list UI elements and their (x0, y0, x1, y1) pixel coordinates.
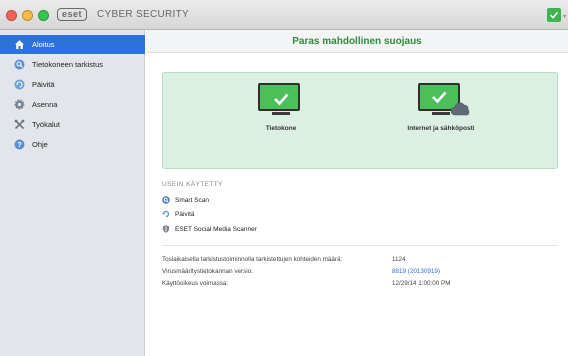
sidebar-item-aloitus[interactable]: Aloitus (0, 35, 145, 54)
computer-protection[interactable]: Tietokone (251, 83, 311, 132)
quick-item-label: Smart Scan (175, 196, 209, 204)
quick-item-label: ESET Social Media Scanner (175, 225, 257, 233)
sidebar-item-paivita[interactable]: Päivitä (0, 75, 145, 94)
frequently-used-title: USEIN KÄYTETTY (162, 181, 223, 188)
scan-icon (162, 196, 170, 204)
protection-status-check-icon[interactable] (547, 8, 561, 22)
sidebar-item-ohje[interactable]: ? Ohje (0, 135, 145, 154)
sidebar-item-label: Päivitä (32, 80, 55, 89)
sidebar-item-tyokalut[interactable]: Työkalut (0, 115, 145, 134)
smart-scan-link[interactable]: Smart Scan (162, 195, 209, 205)
section-divider (162, 245, 558, 246)
protection-label: Internet ja sähköposti (407, 125, 475, 132)
monitor-cloud-icon (418, 83, 470, 116)
update-icon (14, 79, 25, 90)
info-label: Virusmääritystietokannan versio: (162, 268, 253, 275)
app-window: eset CYBER SECURITY ▾ Aloitus Tietokonee… (0, 0, 568, 356)
internet-email-protection[interactable]: Internet ja sähköposti (391, 83, 491, 132)
status-title: Paras mahdollinen suojaus (146, 30, 568, 53)
sidebar-item-label: Aloitus (32, 40, 55, 49)
sidebar-item-label: Työkalut (32, 120, 60, 129)
sidebar-item-label: Asenna (32, 100, 58, 109)
sidebar-item-label: Ohje (32, 140, 48, 149)
database-version-link[interactable]: 8819 (20130919) (392, 268, 440, 275)
close-window-button[interactable] (6, 10, 17, 21)
zoom-window-button[interactable] (38, 10, 49, 21)
info-value: 12/29/14 1:00:00 PM (392, 280, 451, 287)
monitor-check-icon (258, 83, 304, 115)
cloud-icon (451, 102, 470, 116)
info-value: 1124 (392, 256, 406, 263)
minimize-window-button[interactable] (22, 10, 33, 21)
title-bar: eset CYBER SECURITY ▾ (0, 0, 568, 30)
info-label: Tosiaikaisella tarkistustoiminnolla tark… (162, 256, 343, 263)
sidebar-item-label: Tietokoneen tarkistus (32, 60, 104, 69)
sidebar-item-asenna[interactable]: Asenna (0, 95, 145, 114)
eset-logo: eset (57, 8, 88, 21)
status-dropdown-caret-icon[interactable]: ▾ (563, 13, 566, 20)
protection-status-panel: Tietokone Internet ja sähköposti (162, 72, 558, 169)
main-panel: Paras mahdollinen suojaus Tietokone Inte… (146, 30, 568, 356)
scanned-objects-row: Tosiaikaisella tarkistustoiminnolla tark… (162, 256, 558, 266)
database-version-row: Virusmääritystietokannan versio: 8819 (2… (162, 268, 558, 278)
help-icon: ? (14, 139, 25, 150)
svg-text:?: ? (17, 140, 22, 149)
shield-icon (162, 225, 170, 233)
magnifier-icon (14, 59, 25, 70)
license-valid-row: Käyttöoikeus voimassa: 12/29/14 1:00:00 … (162, 280, 558, 290)
tools-icon (14, 119, 25, 130)
social-media-scanner-link[interactable]: ESET Social Media Scanner (162, 224, 257, 234)
gear-icon (14, 99, 25, 110)
refresh-icon (162, 210, 170, 218)
quick-item-label: Päivitä (175, 210, 195, 218)
sidebar: Aloitus Tietokoneen tarkistus Päivitä As… (0, 30, 145, 356)
sidebar-item-tietokoneen-tarkistus[interactable]: Tietokoneen tarkistus (0, 55, 145, 74)
protection-label: Tietokone (265, 125, 297, 132)
home-icon (14, 39, 25, 50)
update-link[interactable]: Päivitä (162, 209, 195, 219)
info-label: Käyttöoikeus voimassa: (162, 280, 229, 287)
product-name: CYBER SECURITY (97, 9, 189, 20)
